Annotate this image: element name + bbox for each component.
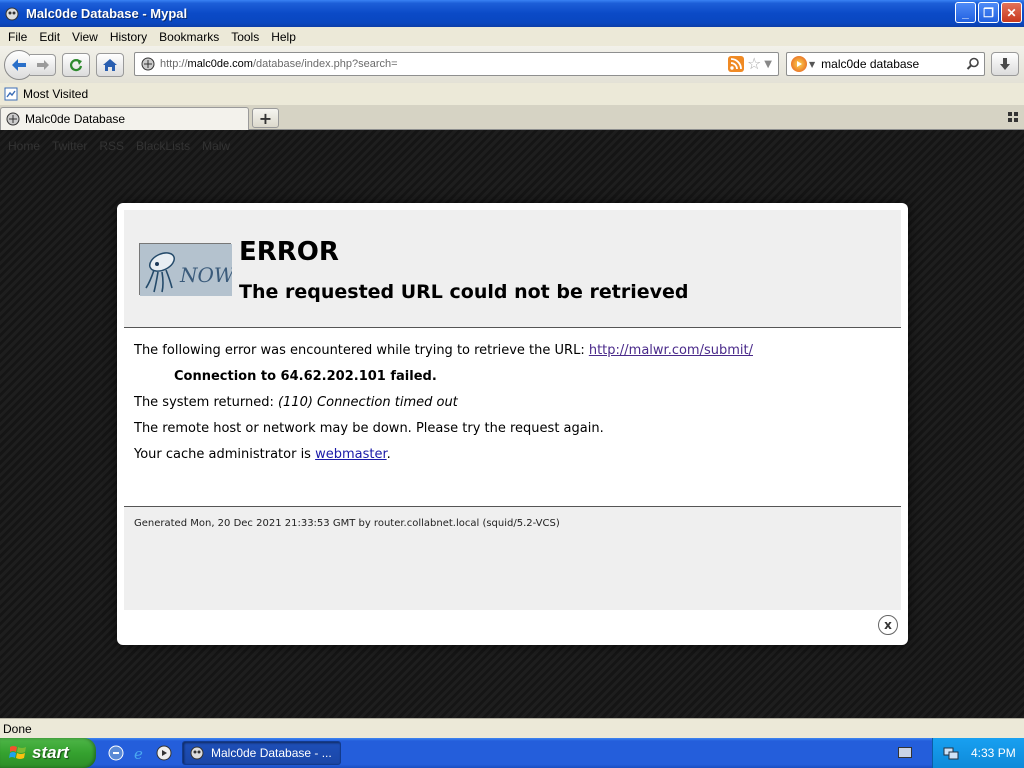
error-body: The following error was encountered whil…	[134, 343, 891, 473]
internet-explorer-icon[interactable]: e	[131, 744, 149, 762]
system-tray: 4:33 PM	[932, 738, 1024, 768]
maximize-button[interactable]: ❐	[978, 2, 999, 23]
windows-logo-icon	[9, 746, 26, 759]
url-dropdown-icon[interactable]: ▼	[764, 59, 772, 70]
error-reason: (110) Connection timed out	[277, 395, 458, 410]
rss-feed-icon[interactable]	[727, 56, 744, 72]
error-header: NOW ERROR The requested URL could not be…	[124, 210, 901, 328]
keyboard-language-icon[interactable]	[898, 747, 912, 758]
bookmark-star-icon[interactable]: ☆	[747, 56, 761, 72]
minimize-button[interactable]: _	[955, 2, 976, 23]
error-subtitle: The requested URL could not be retrieved	[239, 281, 689, 303]
page-content: Home Twitter RSS BlackLists Malw NOW ERR…	[0, 130, 1024, 718]
navigation-toolbar: http://malc0de.com/database/index.php?se…	[0, 46, 1024, 83]
menu-help[interactable]: Help	[265, 30, 302, 44]
downloads-button[interactable]	[991, 52, 1019, 76]
generated-info: Generated Mon, 20 Dec 2021 21:33:53 GMT …	[134, 518, 560, 529]
menu-bar: File Edit View History Bookmarks Tools H…	[0, 27, 1024, 46]
tab-bar: Malc0de Database +	[0, 105, 1024, 130]
start-label: start	[32, 743, 69, 762]
error-connection-failed: Connection to 64.62.202.101 failed.	[174, 369, 437, 384]
search-engine-dropdown-icon[interactable]: ▼	[809, 60, 815, 69]
network-icon[interactable]	[943, 745, 959, 761]
bg-nav-rss[interactable]: RSS	[99, 139, 124, 153]
tab-label: Malc0de Database	[25, 112, 126, 126]
search-bar[interactable]: ▼ malc0de database	[786, 52, 985, 76]
search-input[interactable]: malc0de database	[821, 57, 966, 71]
reload-button[interactable]	[62, 52, 90, 77]
bookmarks-toolbar: Most Visited	[0, 83, 1024, 105]
bg-nav-malw[interactable]: Malw	[202, 139, 230, 153]
error-line-remote: The remote host or network may be down. …	[134, 421, 604, 436]
search-icon[interactable]	[966, 57, 980, 71]
error-line-system: The system returned: (110) Connection ti…	[134, 395, 458, 410]
list-all-tabs-icon[interactable]	[1008, 112, 1018, 122]
bg-nav-home[interactable]: Home	[8, 139, 40, 153]
tab-malc0de-database[interactable]: Malc0de Database	[0, 107, 249, 130]
new-tab-button[interactable]: +	[252, 108, 279, 128]
webmaster-link[interactable]: webmaster	[315, 447, 387, 462]
menu-view[interactable]: View	[66, 30, 104, 44]
close-window-button[interactable]: ✕	[1001, 2, 1022, 23]
taskbar-app-icon	[190, 746, 204, 760]
forward-button[interactable]	[30, 53, 56, 76]
failed-url-link[interactable]: http://malwr.com/submit/	[589, 343, 753, 358]
most-visited-bookmark[interactable]: Most Visited	[23, 87, 88, 101]
quicklaunch-desktop-icon[interactable]	[107, 744, 125, 762]
most-visited-icon	[4, 87, 18, 101]
tab-favicon-icon	[6, 112, 20, 126]
mypal-app-icon	[4, 6, 20, 22]
home-icon	[103, 58, 117, 71]
window-titlebar[interactable]: Malc0de Database - Mypal _ ❐ ✕	[0, 0, 1024, 27]
error-title: ERROR	[239, 237, 339, 267]
status-bar: Done	[0, 718, 1024, 738]
start-button[interactable]: start	[0, 738, 96, 768]
modal-close-button[interactable]: x	[878, 615, 898, 635]
bg-nav-twitter[interactable]: Twitter	[52, 139, 87, 153]
bg-nav-blacklists[interactable]: BlackLists	[136, 139, 190, 153]
site-favicon-icon	[140, 56, 156, 72]
error-line-url: The following error was encountered whil…	[134, 343, 753, 358]
home-button[interactable]	[96, 52, 124, 77]
url-bar[interactable]: http://malc0de.com/database/index.php?se…	[134, 52, 779, 76]
menu-tools[interactable]: Tools	[225, 30, 265, 44]
forward-arrow-icon	[36, 59, 49, 70]
error-modal: NOW ERROR The requested URL could not be…	[117, 203, 908, 645]
window-title: Malc0de Database - Mypal	[26, 6, 188, 21]
taskbar-clock: 4:33 PM	[971, 746, 1016, 760]
status-text: Done	[3, 721, 32, 736]
search-engine-icon[interactable]	[791, 56, 807, 72]
windows-taskbar: start e Malc0de Database - ... 4:33 PM	[0, 738, 1024, 768]
taskbar-item-mypal[interactable]: Malc0de Database - ...	[182, 741, 341, 765]
menu-file[interactable]: File	[2, 30, 33, 44]
background-site-nav: Home Twitter RSS BlackLists Malw	[8, 139, 230, 153]
download-arrow-icon	[1000, 58, 1010, 70]
reload-icon	[69, 58, 83, 71]
error-line-admin: Your cache administrator is webmaster.	[134, 447, 391, 462]
menu-history[interactable]: History	[104, 30, 153, 44]
error-footer: Generated Mon, 20 Dec 2021 21:33:53 GMT …	[124, 506, 901, 610]
menu-edit[interactable]: Edit	[33, 30, 66, 44]
taskbar-item-label: Malc0de Database - ...	[211, 746, 332, 760]
logo-now-text: NOW	[179, 263, 232, 287]
squid-logo: NOW	[139, 243, 236, 296]
back-arrow-icon	[12, 58, 26, 71]
menu-bookmarks[interactable]: Bookmarks	[153, 30, 225, 44]
media-player-icon[interactable]	[155, 744, 173, 762]
svg-text:e: e	[134, 745, 143, 761]
url-text[interactable]: http://malc0de.com/database/index.php?se…	[160, 58, 728, 70]
